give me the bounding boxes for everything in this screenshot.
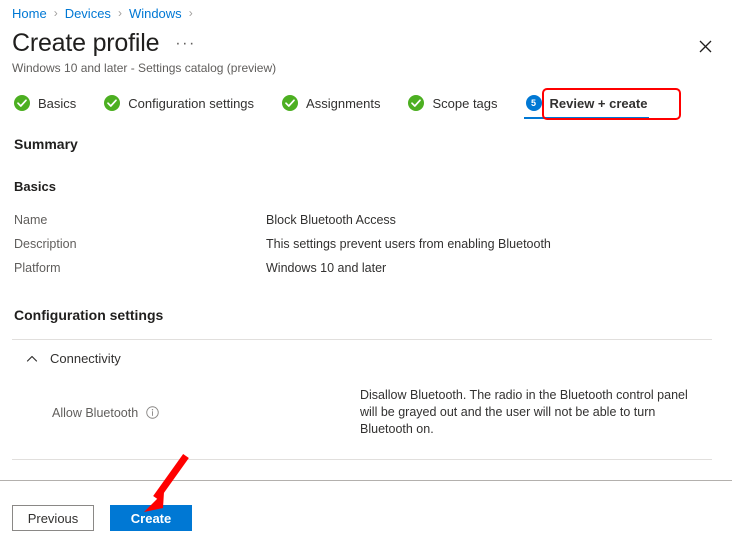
footer-action-bar: Previous Create — [12, 505, 192, 531]
check-circle-icon — [14, 95, 30, 111]
breadcrumb-separator-icon: › — [53, 6, 58, 20]
divider — [12, 339, 712, 340]
setting-label: Allow Bluetooth — [52, 405, 139, 420]
check-circle-icon — [282, 95, 299, 111]
check-circle-icon — [104, 95, 121, 111]
tab-basics[interactable]: Basics — [12, 88, 78, 118]
setting-row-allow-bluetooth: Allow Bluetooth Disallow Bluetooth. The … — [52, 387, 712, 438]
create-button[interactable]: Create — [110, 505, 192, 531]
setting-value: Disallow Bluetooth. The radio in the Blu… — [360, 388, 688, 436]
row-label: Description — [14, 237, 77, 251]
breadcrumb: Home › Devices › Windows › — [12, 4, 200, 22]
wizard-tab-strip: Basics Configuration settings Assignment… — [12, 88, 720, 119]
breadcrumb-item-home[interactable]: Home — [12, 6, 47, 21]
row-value: Windows 10 and later — [266, 261, 387, 275]
close-button[interactable] — [690, 31, 720, 61]
page-header: Create profile ··· — [12, 28, 196, 58]
tab-label: Configuration settings — [128, 95, 255, 111]
previous-button[interactable]: Previous — [12, 505, 94, 531]
settings-group-label: Connectivity — [50, 351, 121, 366]
divider — [12, 459, 712, 460]
info-icon[interactable] — [146, 406, 159, 419]
tab-label: Assignments — [306, 95, 381, 111]
close-icon — [699, 40, 711, 52]
configuration-settings-heading: Configuration settings — [14, 307, 164, 323]
tab-review-create[interactable]: 5 Review + create — [523, 88, 650, 119]
breadcrumb-separator-icon: › — [117, 6, 122, 20]
step-number-badge: 5 — [525, 95, 542, 111]
breadcrumb-item-devices[interactable]: Devices — [65, 6, 111, 21]
tab-scope-tags[interactable]: Scope tags — [406, 88, 499, 118]
row-value: This settings prevent users from enablin… — [266, 237, 551, 251]
row-label: Name — [14, 213, 48, 227]
tab-label: Review + create — [549, 95, 648, 111]
page-title: Create profile — [12, 29, 160, 57]
footer-separator — [0, 480, 732, 481]
more-actions-icon[interactable]: ··· — [175, 35, 195, 53]
basics-heading: Basics — [14, 179, 56, 194]
settings-group-connectivity[interactable]: Connectivity — [26, 351, 121, 366]
table-row: Platform Windows 10 and later — [14, 261, 712, 285]
breadcrumb-item-windows[interactable]: Windows — [129, 6, 182, 21]
setting-name-cell: Allow Bluetooth — [52, 406, 360, 420]
page-subtitle: Windows 10 and later - Settings catalog … — [12, 61, 277, 75]
table-row: Name Block Bluetooth Access — [14, 213, 712, 237]
row-label: Platform — [14, 261, 61, 275]
basics-summary-table: Name Block Bluetooth Access Description … — [14, 213, 712, 285]
tab-label: Basics — [38, 95, 77, 111]
table-row: Description This settings prevent users … — [14, 237, 712, 261]
summary-heading: Summary — [14, 136, 78, 152]
tab-assignments[interactable]: Assignments — [280, 88, 382, 118]
check-circle-icon — [408, 95, 425, 111]
tab-label: Scope tags — [432, 95, 498, 111]
row-value: Block Bluetooth Access — [266, 213, 396, 227]
breadcrumb-separator-icon: › — [188, 6, 193, 20]
chevron-up-icon — [26, 355, 38, 362]
tab-configuration-settings[interactable]: Configuration settings — [102, 88, 256, 118]
